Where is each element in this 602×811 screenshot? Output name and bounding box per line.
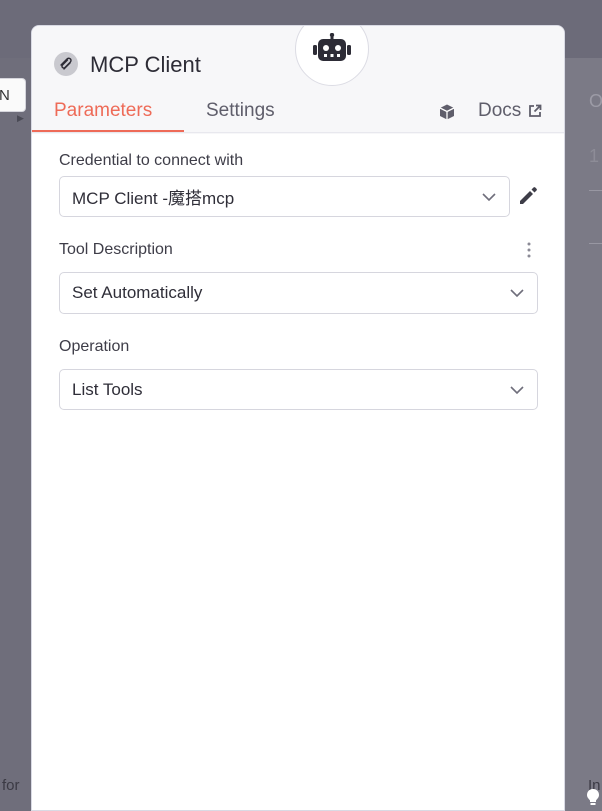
operation-label: Operation <box>59 338 130 355</box>
input-panel-backdrop <box>0 58 31 811</box>
input-panel-tab-label: N <box>0 86 10 104</box>
credential-select[interactable]: MCP Client -魔搭mcp <box>59 176 510 217</box>
edit-pencil-icon[interactable] <box>517 185 539 207</box>
operation-value: List Tools <box>72 379 143 399</box>
mcp-node-icon <box>54 52 78 76</box>
output-panel-heading: O <box>589 91 602 111</box>
more-options-icon[interactable] <box>526 242 532 258</box>
lightbulb-icon[interactable] <box>586 788 600 806</box>
node-title[interactable]: MCP Client <box>90 52 201 78</box>
chevron-down-icon <box>510 289 524 298</box>
output-panel-count: 1 <box>589 146 600 166</box>
docs-label: Docs <box>478 100 522 121</box>
input-panel-tab[interactable]: N <box>0 78 26 112</box>
tab-settings[interactable]: Settings <box>206 100 275 122</box>
chevron-down-icon <box>510 386 524 395</box>
tool-description-select[interactable]: Set Automatically <box>59 272 538 314</box>
robot-icon <box>313 33 351 61</box>
node-settings-panel: MCP Client Parameters Settings Docs Cred… <box>31 25 565 811</box>
tab-parameters[interactable]: Parameters <box>54 100 152 122</box>
output-divider <box>589 190 602 191</box>
docs-link[interactable]: Docs <box>478 100 542 122</box>
header-divider <box>32 132 564 133</box>
output-divider <box>589 243 602 244</box>
input-panel-footer-text: for <box>2 777 20 794</box>
cube-icon[interactable] <box>438 103 456 121</box>
external-link-icon <box>529 104 542 117</box>
credential-value: MCP Client -魔搭mcp <box>72 189 235 208</box>
credential-label: Credential to connect with <box>59 152 244 169</box>
output-panel-backdrop <box>566 58 602 811</box>
tool-description-value: Set Automatically <box>72 283 203 302</box>
tool-description-label: Tool Description <box>59 241 173 258</box>
expand-arrow-icon[interactable]: ▶ <box>17 113 24 124</box>
operation-select[interactable]: List Tools <box>59 369 538 410</box>
chevron-down-icon <box>482 193 496 202</box>
